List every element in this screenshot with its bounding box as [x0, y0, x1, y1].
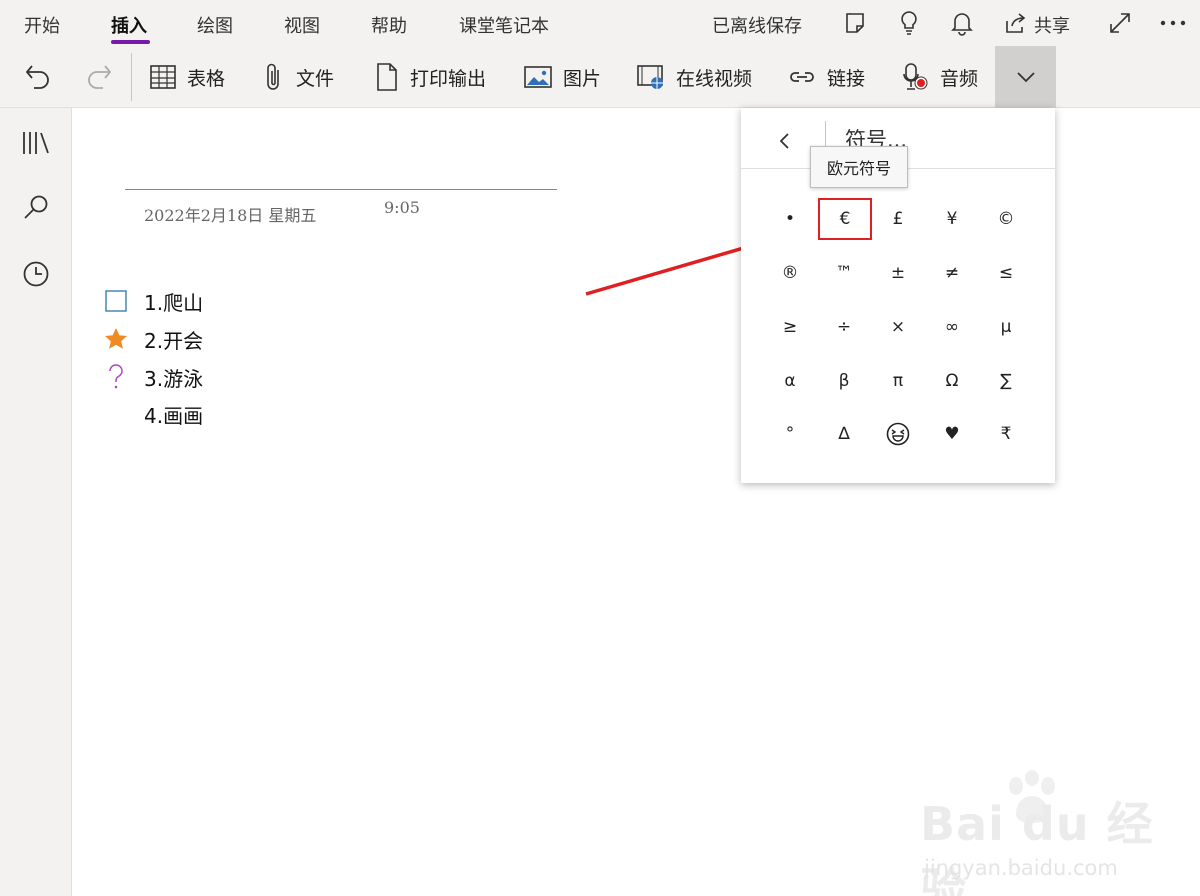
symbol-registered[interactable]: ®: [765, 254, 815, 292]
menu-bar: 开始 插入 绘图 视图 帮助 课堂笔记本 已离线保存 共享: [0, 0, 1200, 46]
symbol-pi[interactable]: π: [873, 362, 923, 400]
tab-draw[interactable]: 绘图: [197, 12, 233, 38]
symbol-tooltip: 欧元符号: [810, 146, 908, 188]
todo-checkbox-icon[interactable]: [104, 289, 128, 313]
symbol-delta[interactable]: ∆: [819, 415, 869, 453]
file-label: 文件: [296, 67, 335, 90]
undo-icon[interactable]: [24, 62, 52, 90]
symbol-micro[interactable]: µ: [981, 308, 1031, 346]
symbol-sum[interactable]: ∑: [981, 362, 1031, 400]
symbol-plus-minus[interactable]: ±: [873, 254, 923, 292]
symbol-bullet[interactable]: •: [765, 200, 815, 238]
lightbulb-icon[interactable]: [897, 10, 921, 36]
symbol-yen[interactable]: ¥: [927, 200, 977, 238]
star-icon: [104, 327, 128, 351]
tab-help[interactable]: 帮助: [371, 12, 407, 38]
back-button[interactable]: [771, 128, 797, 154]
list-item-text: 4.画画: [144, 403, 204, 428]
more-options-icon[interactable]: [1160, 20, 1186, 26]
page-title-line[interactable]: [125, 189, 557, 190]
share-button[interactable]: 共享: [1034, 12, 1070, 38]
insert-picture-button[interactable]: 图片: [523, 46, 601, 108]
symbol-rupee[interactable]: ₹: [981, 415, 1031, 453]
recent-clock-icon[interactable]: [22, 260, 50, 288]
paperclip-icon: [267, 63, 279, 90]
chevron-down-icon: [1016, 72, 1035, 83]
table-icon: [150, 65, 176, 89]
symbol-copyright[interactable]: ©: [981, 200, 1031, 238]
insert-audio-button[interactable]: 音频: [902, 46, 978, 108]
printout-label: 打印输出: [410, 67, 487, 90]
insert-printout-button[interactable]: 打印输出: [374, 46, 486, 108]
ribbon-separator: [131, 53, 132, 101]
search-icon[interactable]: [22, 194, 50, 222]
share-icon[interactable]: [1004, 11, 1028, 35]
list-item[interactable]: 2.开会: [104, 324, 203, 354]
expand-icon[interactable]: [1108, 11, 1132, 35]
symbol-divide[interactable]: ÷: [819, 308, 869, 346]
audio-record-icon: [903, 63, 928, 90]
tab-class-notebook[interactable]: 课堂笔记本: [459, 12, 549, 38]
picture-label: 图片: [563, 67, 602, 90]
page-date: 2022年2月18日 星期五: [144, 206, 317, 225]
chevron-left-icon: [779, 133, 789, 149]
insert-online-video-button[interactable]: 在线视频: [636, 46, 752, 108]
list-item-text: 1.爬山: [144, 290, 204, 315]
sticky-notes-icon[interactable]: [843, 11, 867, 35]
symbol-infinity[interactable]: ∞: [927, 308, 977, 346]
symbol-degree[interactable]: °: [765, 415, 815, 453]
question-icon: [104, 364, 128, 389]
insert-ribbon: 表格 文件 打印输出 图片 在线视频 链接 音频: [0, 46, 1200, 108]
insert-table-button[interactable]: 表格: [149, 46, 225, 108]
link-label: 链接: [827, 67, 866, 90]
insert-link-button[interactable]: 链接: [787, 46, 865, 108]
navigation-rail: [0, 108, 72, 896]
list-item-text: 3.游泳: [144, 366, 204, 391]
insert-file-button[interactable]: 文件: [262, 46, 334, 108]
link-icon: [790, 72, 814, 82]
tab-home[interactable]: 开始: [24, 12, 60, 38]
list-item[interactable]: 3.游泳: [104, 362, 203, 392]
list-item-text: 2.开会: [144, 328, 204, 353]
symbol-laughing-emoji-icon[interactable]: [873, 415, 923, 453]
symbol-euro[interactable]: €: [818, 198, 872, 240]
symbol-greater-equal[interactable]: ≥: [765, 308, 815, 346]
symbol-trademark[interactable]: ™: [819, 254, 869, 292]
list-item[interactable]: 4.画画: [104, 399, 203, 429]
page-time: 9:05: [384, 198, 420, 217]
baidu-watermark-logo: Bai du 经验 jingyan.baidu.com: [920, 770, 1160, 896]
symbol-not-equal[interactable]: ≠: [927, 254, 977, 292]
online-video-icon: [637, 65, 663, 89]
list-item[interactable]: 1.爬山: [104, 286, 203, 316]
symbol-heart[interactable]: ♥: [927, 415, 977, 453]
symbol-multiply[interactable]: ×: [873, 308, 923, 346]
symbol-less-equal[interactable]: ≤: [981, 254, 1031, 292]
audio-label: 音频: [940, 67, 979, 90]
symbol-beta[interactable]: β: [819, 362, 869, 400]
redo-icon[interactable]: [85, 62, 113, 90]
more-symbols-dropdown[interactable]: [995, 46, 1056, 108]
document-icon: [377, 63, 397, 91]
tab-view[interactable]: 视图: [284, 12, 320, 38]
bell-icon[interactable]: [950, 10, 974, 36]
symbol-alpha[interactable]: α: [765, 362, 815, 400]
active-tab-indicator: [111, 40, 150, 44]
notebooks-icon[interactable]: [22, 130, 50, 156]
watermark-url: jingyan.baidu.com: [924, 856, 1118, 880]
table-label: 表格: [187, 67, 226, 90]
symbol-omega[interactable]: Ω: [927, 362, 977, 400]
save-status: 已离线保存: [712, 16, 802, 37]
symbol-pound[interactable]: £: [873, 200, 923, 238]
picture-icon: [524, 66, 552, 88]
tab-insert[interactable]: 插入: [111, 12, 147, 38]
online-video-label: 在线视频: [676, 67, 753, 90]
